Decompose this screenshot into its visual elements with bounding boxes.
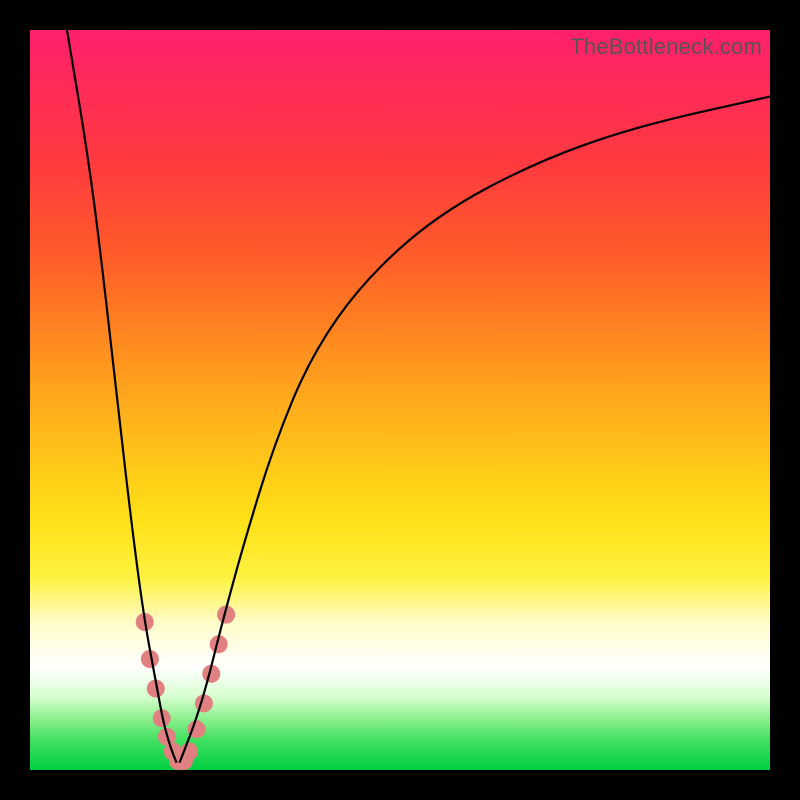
curve-right <box>179 97 770 763</box>
plot-area: TheBottleneck.com <box>30 30 770 770</box>
chart-frame: TheBottleneck.com <box>0 0 800 800</box>
chart-svg <box>30 30 770 770</box>
curve-left <box>67 30 177 763</box>
